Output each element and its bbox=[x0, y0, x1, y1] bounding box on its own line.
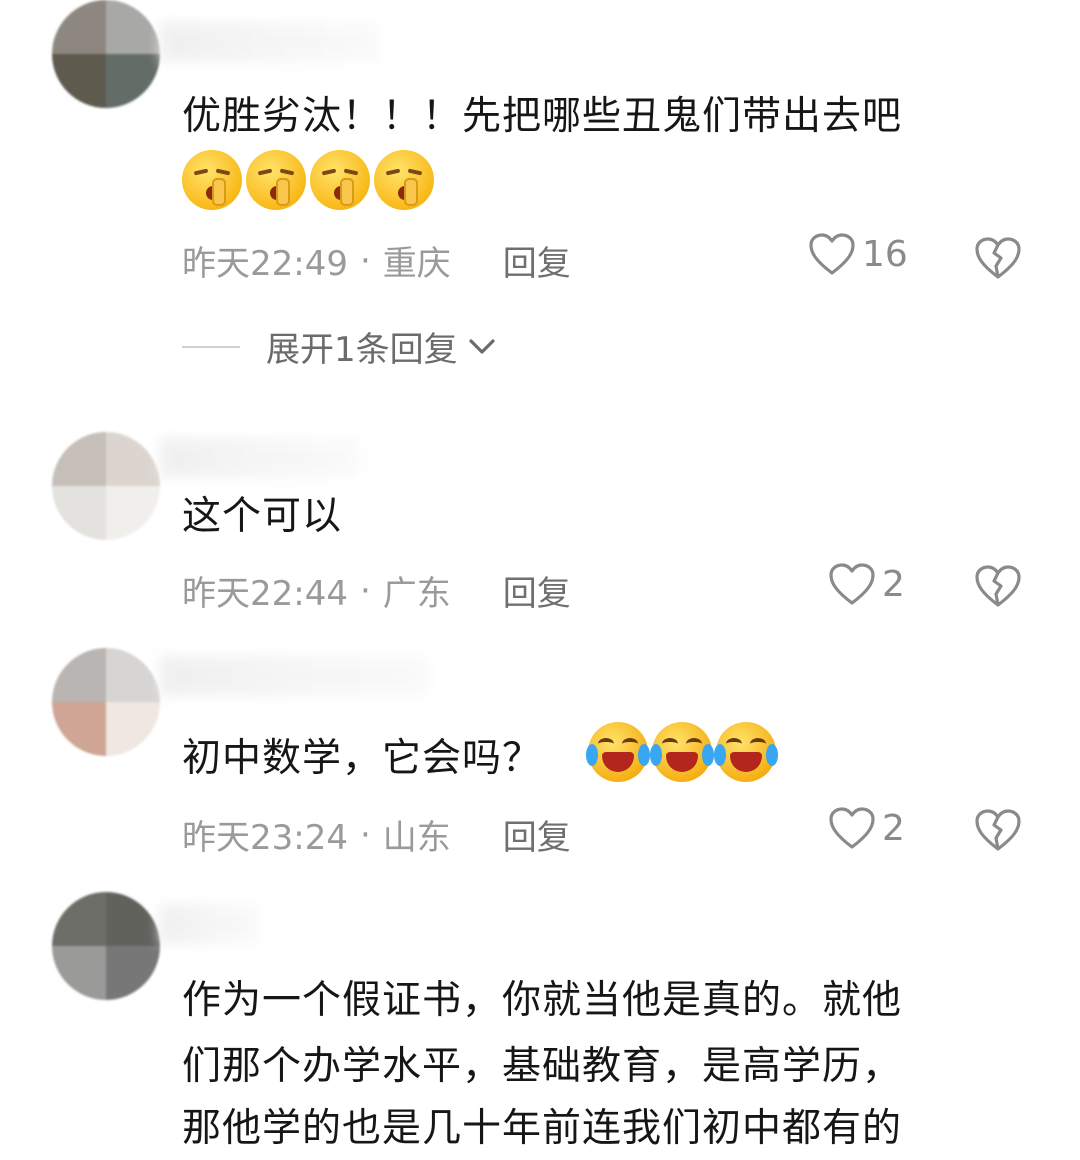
broken-heart-icon bbox=[975, 237, 1021, 279]
comment-time: 昨天22:44 bbox=[182, 574, 348, 614]
broken-heart-icon bbox=[975, 809, 1021, 851]
dislike-button[interactable] bbox=[974, 564, 1022, 608]
emoji-row bbox=[182, 150, 434, 210]
meta-separator: · bbox=[359, 240, 371, 281]
meta-separator: · bbox=[359, 814, 371, 855]
comment-location: 山东 bbox=[382, 818, 451, 858]
comment-time: 昨天22:49 bbox=[182, 244, 348, 284]
dislike-button[interactable] bbox=[974, 808, 1022, 852]
reply-button[interactable]: 回复 bbox=[503, 566, 571, 615]
comment-location: 广东 bbox=[382, 574, 451, 614]
broken-heart-icon bbox=[975, 565, 1021, 607]
shh-emoji bbox=[182, 150, 242, 210]
emoji-row bbox=[586, 722, 778, 782]
avatar[interactable] bbox=[52, 892, 160, 1000]
reply-button[interactable]: 回复 bbox=[503, 236, 571, 285]
username-blurred[interactable] bbox=[160, 904, 260, 944]
divider-line bbox=[182, 345, 240, 348]
comment-text: 初中数学，它会吗？ bbox=[182, 736, 543, 781]
laugh-cry-emoji bbox=[714, 722, 778, 782]
laugh-cry-emoji bbox=[650, 722, 714, 782]
comment-text-line: 那他学的也是几十年前连我们初中都有的 bbox=[182, 1106, 903, 1151]
comment-meta: 昨天22:44 · 广东 回复 bbox=[182, 566, 571, 615]
avatar[interactable] bbox=[52, 648, 160, 756]
reply-button[interactable]: 回复 bbox=[503, 810, 571, 859]
like-count: 2 bbox=[882, 807, 905, 849]
laugh-cry-emoji bbox=[586, 722, 650, 782]
dislike-button[interactable] bbox=[974, 236, 1022, 280]
like-button[interactable]: 2 bbox=[828, 562, 905, 606]
username-blurred[interactable] bbox=[160, 656, 430, 696]
shh-emoji bbox=[246, 150, 306, 210]
username-blurred[interactable] bbox=[160, 438, 360, 478]
shh-emoji bbox=[374, 150, 434, 210]
like-count: 16 bbox=[862, 233, 908, 275]
comment-meta: 昨天22:49 · 重庆 回复 bbox=[182, 236, 571, 285]
avatar[interactable] bbox=[52, 432, 160, 540]
heart-icon bbox=[829, 563, 875, 605]
meta-separator: · bbox=[359, 570, 371, 611]
heart-icon bbox=[809, 233, 855, 275]
like-count: 2 bbox=[882, 563, 905, 605]
comment-time: 昨天23:24 bbox=[182, 818, 348, 858]
comment-text: 这个可以 bbox=[182, 494, 343, 539]
avatar[interactable] bbox=[52, 0, 160, 108]
shh-emoji bbox=[310, 150, 370, 210]
comment-meta: 昨天23:24 · 山东 回复 bbox=[182, 810, 571, 859]
like-button[interactable]: 16 bbox=[808, 232, 908, 276]
comment-text: 优胜劣汰！！！先把哪些丑鬼们带出去吧 bbox=[182, 94, 903, 139]
comment-location: 重庆 bbox=[382, 244, 451, 284]
heart-icon bbox=[829, 807, 875, 849]
comment-text-line: 作为一个假证书，你就当他是真的。就他 bbox=[182, 978, 903, 1023]
chevron-down-icon bbox=[469, 338, 495, 354]
expand-replies-button[interactable]: 展开1条回复 bbox=[182, 322, 496, 371]
like-button[interactable]: 2 bbox=[828, 806, 905, 850]
username-blurred[interactable] bbox=[160, 22, 380, 62]
comment-text-line: 们那个办学水平，基础教育，是高学历， bbox=[182, 1044, 903, 1089]
expand-replies-label: 展开1条回复 bbox=[266, 330, 458, 370]
